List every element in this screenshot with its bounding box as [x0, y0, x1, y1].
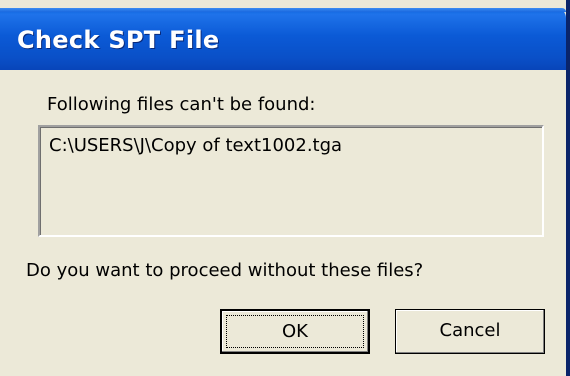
dialog-title: Check SPT File — [17, 26, 220, 54]
cancel-button[interactable]: Cancel — [395, 309, 545, 354]
list-item[interactable]: C:\USERS\J\Copy of text1002.tga — [49, 135, 342, 156]
ok-button[interactable]: OK — [220, 309, 370, 354]
cancel-button-label: Cancel — [439, 320, 501, 341]
missing-files-label: Following files can't be found: — [47, 94, 316, 115]
missing-files-list[interactable]: C:\USERS\J\Copy of text1002.tga — [38, 125, 544, 237]
ok-button-label: OK — [282, 321, 308, 342]
proceed-question: Do you want to proceed without these fil… — [26, 260, 424, 281]
dialog-window: Check SPT File Following files can't be … — [0, 0, 570, 376]
title-bar[interactable]: Check SPT File — [0, 8, 566, 70]
